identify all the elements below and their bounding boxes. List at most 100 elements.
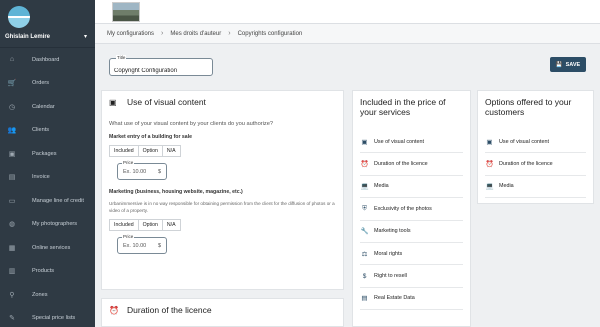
price-legend: Price [122, 234, 135, 239]
included-item-label: Media [374, 183, 389, 190]
sidebar-item[interactable]: ▤ Invoice [0, 166, 95, 190]
disclaimer-text: Urbanimmersive is in no way responsible … [109, 201, 335, 213]
offered-item-label: Duration of the licence [499, 161, 553, 168]
included-item-label: Real Estate Data [374, 295, 415, 302]
shield-icon: ⛨ [362, 204, 367, 212]
sidebar-item-label: Online services [32, 244, 71, 251]
included-item[interactable]: $ Right to resell [360, 265, 463, 288]
price-field[interactable]: Price Ex. 10.00 $ [117, 234, 167, 254]
option-na[interactable]: N/A [161, 219, 181, 231]
included-item[interactable]: 💻 Media [360, 176, 463, 199]
chevron-right-icon: › [228, 30, 231, 37]
nav-icon: 🛒 [7, 80, 17, 88]
offered-item[interactable]: ▣ Use of visual content [485, 131, 586, 154]
nav-icon: ⚲ [9, 291, 15, 299]
sidebar-item-label: Zones [32, 291, 48, 298]
included-item[interactable]: ⚖ Moral rights [360, 243, 463, 266]
field-label-market-entry: Market entry of a building for sale [109, 134, 193, 140]
sidebar-item[interactable]: ▥ Products [0, 260, 95, 284]
option-included[interactable]: Included [109, 145, 139, 157]
sidebar-item-label: Orders [32, 80, 50, 87]
sidebar-item-label: Calendar [32, 103, 55, 110]
sidebar-item[interactable]: 👥 Clients [0, 119, 95, 143]
image-icon: ▣ [361, 138, 368, 146]
price-legend: Price [122, 160, 135, 165]
included-item[interactable]: ⛨ Exclusivity of the photos [360, 198, 463, 221]
chevron-right-icon: › [161, 30, 164, 37]
sidebar-item-label: Packages [32, 150, 57, 157]
offered-options-panel: Options offered to your customers ▣ Use o… [477, 90, 594, 204]
database-icon: ▤ [361, 295, 368, 303]
option-na[interactable]: N/A [161, 145, 181, 157]
field-label-marketing: Marketing (business, housing website, ma… [109, 189, 243, 195]
dollar-icon: $ [157, 243, 161, 249]
included-item-label: Duration of the licence [374, 161, 428, 168]
user-menu-caret-icon[interactable]: ▾ [84, 33, 87, 40]
user-name: Ghislain Lemire [5, 34, 51, 40]
included-item[interactable]: ⏰ Duration of the licence [360, 153, 463, 176]
top-bar [95, 0, 600, 24]
sidebar-item-label: Special price lists [32, 315, 76, 322]
breadcrumb-item[interactable]: Mes droits d'auteur [170, 31, 221, 37]
nav-icon: ▤ [8, 174, 16, 182]
included-item-label: Right to resell [374, 273, 407, 280]
sidebar-item[interactable]: ◍ My photographers [0, 213, 95, 237]
nav-icon: ✎ [9, 315, 15, 323]
sidebar-item-label: Dashboard [32, 56, 60, 63]
sidebar-item[interactable]: ▭ Manage line of credit [0, 189, 95, 213]
offered-item[interactable]: 💻 Media [485, 176, 586, 199]
sidebar-item[interactable]: ▣ Packages [0, 142, 95, 166]
alarm-clock-icon: ⏰ [360, 161, 369, 169]
included-item[interactable]: ▣ Use of visual content [360, 131, 463, 154]
sidebar-item-label: Invoice [32, 174, 50, 181]
option-option[interactable]: Option [137, 219, 163, 231]
offered-item[interactable]: ⏰ Duration of the licence [485, 153, 586, 176]
option-selector: Included Option N/A [109, 145, 343, 157]
laptop-icon: 💻 [485, 183, 494, 191]
image-icon: ▣ [109, 97, 117, 107]
duration-of-licence-panel: ⏰ Duration of the licence [101, 298, 344, 327]
title-field: Title [109, 55, 213, 76]
sidebar-item[interactable]: 🛒 Orders [0, 72, 95, 96]
sidebar-item-label: My photographers [32, 221, 78, 228]
sidebar-item[interactable]: ✎ Special price lists [0, 307, 95, 327]
nav-icon: 👥 [7, 127, 17, 135]
option-included[interactable]: Included [109, 219, 139, 231]
section-header: ⏰ Duration of the licence [102, 299, 343, 315]
question-text: What use of your visual content by your … [109, 121, 274, 127]
sidebar-item[interactable]: ⌂ Dashboard [0, 48, 95, 72]
offered-item-label: Use of visual content [499, 138, 550, 145]
sidebar-item[interactable]: ⚲ Zones [0, 283, 95, 307]
included-item-label: Use of visual content [374, 138, 425, 145]
price-input[interactable]: Ex. 10.00 [123, 243, 146, 249]
option-selector: Included Option N/A [109, 219, 343, 231]
user-profile[interactable]: Ghislain Lemire ▾ [0, 0, 95, 48]
sidebar: Ghislain Lemire ▾ ⌂ Dashboard 🛒 Orders ◷ Ca… [0, 0, 95, 327]
title-field-legend: Title [116, 55, 127, 60]
avatar [8, 6, 30, 28]
sidebar-item[interactable]: ▦ Online services [0, 236, 95, 260]
sidebar-item-label: Clients [32, 127, 50, 134]
breadcrumb-item: Copyrights configuration [237, 30, 303, 37]
nav-icon: ▣ [8, 150, 16, 158]
breadcrumb: My configurations › Mes droits d'auteur … [95, 24, 600, 44]
price-field[interactable]: Price Ex. 10.00 $ [117, 160, 167, 180]
option-option[interactable]: Option [137, 145, 163, 157]
included-item[interactable]: 🔧 Marketing tools [360, 221, 463, 243]
floppy-disk-icon: 💾 [555, 61, 563, 68]
nav-icon: ◷ [8, 103, 16, 111]
breadcrumb-item[interactable]: My configurations [107, 31, 154, 37]
company-logo[interactable] [112, 2, 140, 22]
included-item-label: Exclusivity of the photos [374, 205, 432, 212]
dollar-icon: $ [362, 272, 367, 280]
alarm-clock-icon: ⏰ [485, 161, 494, 169]
price-input[interactable]: Ex. 10.00 [123, 169, 146, 175]
panel-title: Options offered to your customers [485, 97, 572, 117]
sidebar-item[interactable]: ◷ Calendar [0, 95, 95, 119]
save-button[interactable]: 💾 SAVE [550, 57, 586, 72]
included-item[interactable]: ▤ Real Estate Data [360, 288, 463, 311]
title-input[interactable] [114, 68, 210, 74]
wrench-icon: 🔧 [360, 228, 369, 236]
offered-item-label: Media [499, 183, 514, 190]
nav-icon: ⌂ [9, 56, 15, 64]
